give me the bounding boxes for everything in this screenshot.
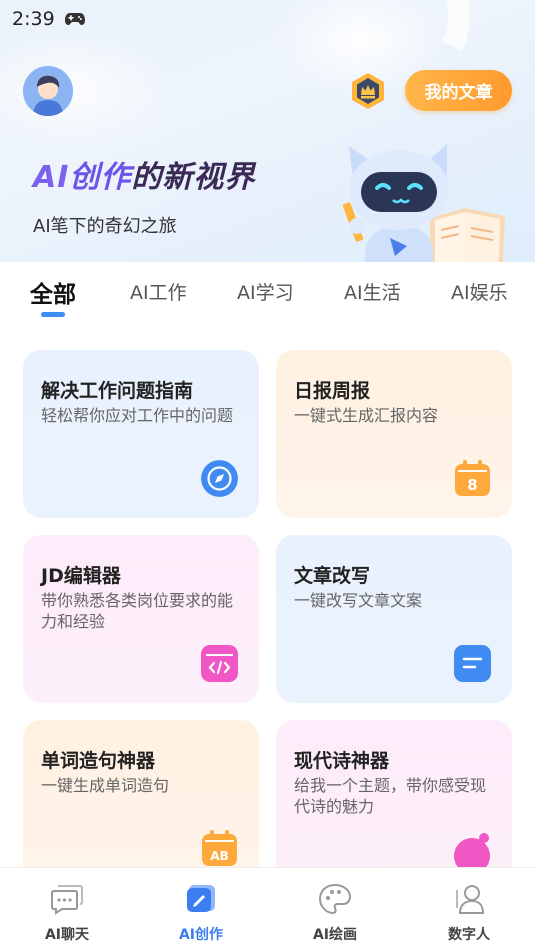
category-tabs: 全部 AI工作 AI学习 AI生活 AI娱乐 [0,262,535,322]
nav-ai-chat[interactable]: AI聊天 [0,868,134,951]
nav-digital-human[interactable]: 数字人 [402,868,535,951]
nav-ai-drawing[interactable]: AI绘画 [268,868,402,951]
tab-ai-study[interactable]: AI学习 [237,278,294,305]
card-article-rewrite[interactable]: 文章改写 一键改写文章文案 [276,535,512,703]
ab-calendar-icon: AB [202,830,237,866]
user-avatar-icon [23,66,73,116]
status-time: 2:39 [12,8,55,30]
svg-text:AB: AB [210,849,228,863]
card-title: JD编辑器 [41,565,121,587]
document-icon [454,645,491,682]
nav-label: AI聊天 [44,927,90,943]
nav-label: AI创作 [178,927,224,943]
tab-ai-life[interactable]: AI生活 [344,278,401,305]
card-word-sentence-generator[interactable]: 单词造句神器 一键生成单词造句 AB [23,720,259,867]
poem-icon [454,833,490,867]
compass-icon [201,460,238,497]
avatar[interactable] [23,66,73,116]
digital-human-icon [456,885,485,914]
code-icon [201,645,238,682]
chat-bubble-icon [51,885,83,915]
nav-label: 数字人 [448,927,490,943]
robot-cat-mascot-illustration [342,144,505,262]
card-modern-poem-generator[interactable]: 现代诗神器 给我一个主题，带你感受现代诗的魅力 [276,720,512,867]
tab-ai-work[interactable]: AI工作 [130,278,187,305]
my-articles-button[interactable]: 我的文章 [405,70,512,111]
gamepad-icon [64,13,85,25]
crown-badge-icon[interactable] [349,72,387,110]
calendar-icon: 8 [455,460,490,496]
card-jd-editor[interactable]: JD编辑器 带你熟悉各类岗位要求的能力和经验 [23,535,259,703]
card-description: 一键改写文章文案 [294,591,423,610]
nav-label: AI绘画 [312,927,358,943]
card-description: 一键式生成汇报内容 [294,406,439,425]
nav-ai-creation[interactable]: AI创作 [134,868,268,951]
card-work-problem-guide[interactable]: 解决工作问题指南 轻松帮你应对工作中的问题 [23,350,259,518]
card-description: 带你熟悉各类岗位要求的能力和经验 [41,591,234,631]
tab-ai-entertainment[interactable]: AI娱乐 [451,278,508,305]
creation-icon [187,885,215,912]
card-description: 一键生成单词造句 [41,776,170,795]
card-title: 解决工作问题指南 [41,380,194,402]
active-tab-indicator [41,312,65,317]
tab-all[interactable]: 全部 [30,275,76,309]
palette-icon [318,883,352,915]
card-description: 轻松帮你应对工作中的问题 [41,406,234,425]
card-description: 给我一个主题，带你感受现代诗的魅力 [294,776,487,816]
tool-card-grid: 解决工作问题指南 轻松帮你应对工作中的问题 日报周报 一键式生成汇报内容 8 J… [0,322,535,867]
bottom-navigation: AI聊天 AI创作 AI绘画 数字人 [0,867,535,951]
card-title: 文章改写 [294,565,371,587]
card-title: 现代诗神器 [294,750,390,772]
svg-text:8: 8 [467,476,477,494]
card-daily-weekly-report[interactable]: 日报周报 一键式生成汇报内容 8 [276,350,512,518]
banner-title: AI创作的新视界 [33,160,256,195]
card-title: 日报周报 [294,380,371,402]
banner-subtitle: AI笔下的奇幻之旅 [33,216,177,237]
status-bar: 2:39 [12,6,85,32]
card-title: 单词造句神器 [41,750,156,772]
